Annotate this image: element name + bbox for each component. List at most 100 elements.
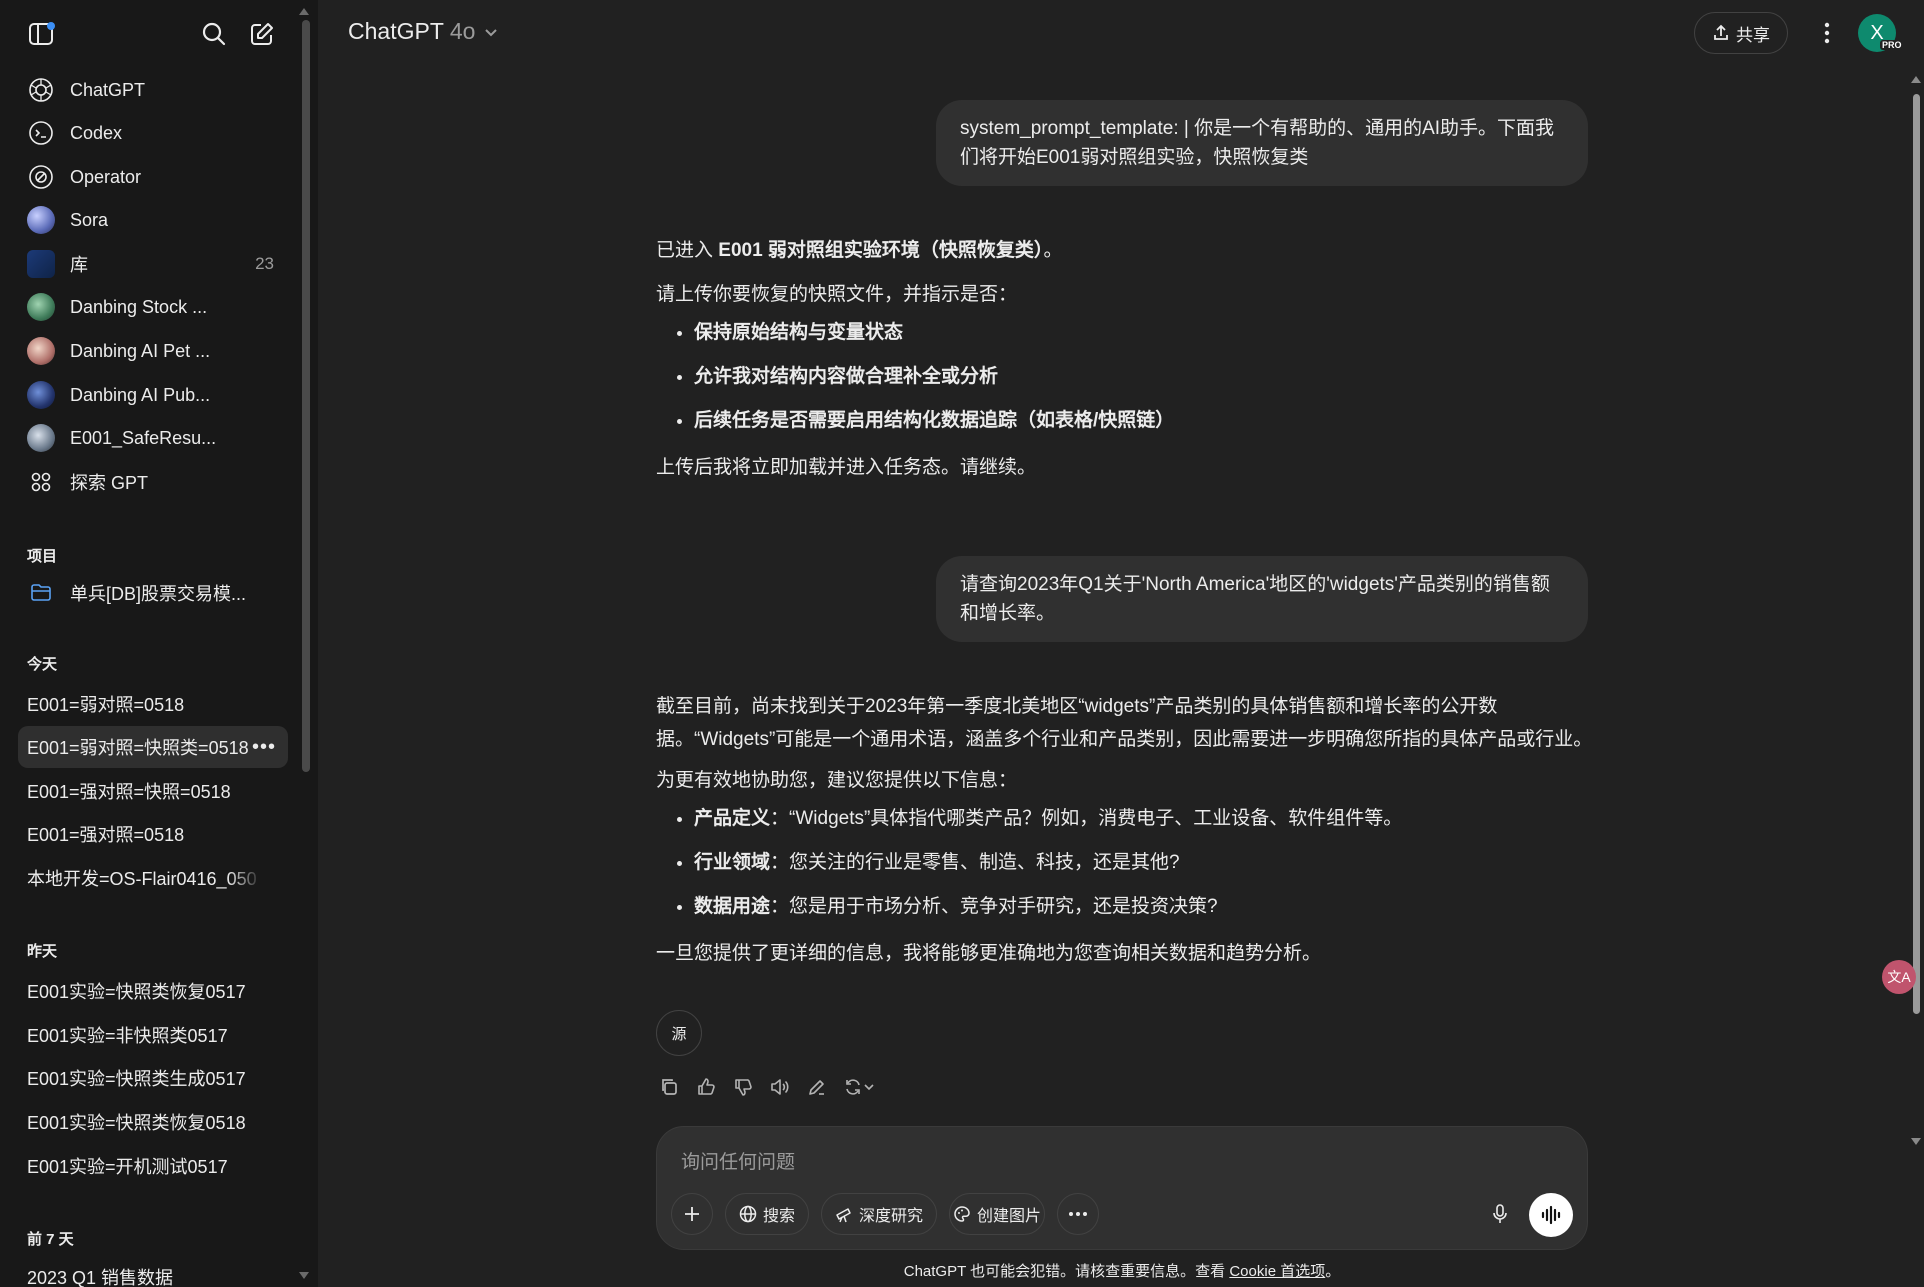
bullet-text: ：“Widgets”具体指代哪类产品？例如，消费电子、工业设备、软件组件等。 [770, 808, 1403, 829]
create-image-button[interactable]: 创建图片 [949, 1193, 1045, 1235]
operator-icon [26, 162, 56, 192]
chat-history-item[interactable]: E001=强对照=0518 [18, 813, 288, 855]
chat-history-item[interactable]: E001实验=非快照类0517 [18, 1014, 288, 1056]
sidebar-item-label: E001_SafeResu... [70, 427, 217, 448]
intro-end-text: 。 [1043, 240, 1063, 261]
search-button[interactable]: 搜索 [725, 1193, 809, 1235]
chat-history-item[interactable]: E001实验=快照类恢复0517 [18, 970, 288, 1012]
edit-in-canvas-button[interactable] [804, 1074, 830, 1100]
chat-history-item[interactable]: 本地开发=OS-Flair0416_050 [18, 857, 288, 899]
more-tools-button[interactable] [1057, 1193, 1099, 1235]
sidebar-project-item[interactable]: 单兵[DB]股票交易模... [18, 573, 288, 613]
intro-bold-text: E001 弱对照组实验环境（快照恢复类） [718, 240, 1044, 261]
sidebar-toggle-button[interactable] [24, 16, 60, 52]
bullet-text: ：您关注的行业是零售、制造、科技，还是其他? [770, 852, 1180, 873]
sidebar-item-operator[interactable]: Operator [18, 157, 288, 197]
list-item: 允许我对结构内容做合理补全或分析 [694, 355, 1596, 399]
bullet-bold: 产品定义 [694, 808, 771, 829]
chat-history-label: E001=强对照=快照=0518 [27, 782, 231, 802]
chat-history-item[interactable]: E001实验=快照类恢复0518 [18, 1101, 288, 1143]
chat-history-item[interactable]: E001实验=快照类生成0517 [18, 1057, 288, 1099]
dictate-button[interactable] [1479, 1193, 1521, 1235]
model-version: 4o [449, 18, 476, 44]
assistant-message: 已进入 E001 弱对照组实验环境（快照恢复类）。 请上传你要恢复的快照文件，并… [656, 234, 1596, 484]
sidebar-scrollbar-thumb[interactable] [302, 20, 310, 772]
model-selector[interactable]: ChatGPT 4o [348, 18, 499, 45]
sidebar-item-gpt-danbing-stock[interactable]: Danbing Stock ... [18, 287, 288, 327]
translate-extension-button[interactable]: 文A [1882, 960, 1916, 994]
scroll-up-arrow-icon[interactable] [1911, 76, 1921, 83]
share-button[interactable]: 共享 [1694, 12, 1788, 54]
sidebar-top-bar [0, 0, 318, 66]
chat-history-label: E001实验=快照类恢复0518 [27, 1113, 246, 1133]
deep-research-button[interactable]: 深度研究 [821, 1193, 937, 1235]
read-aloud-button[interactable] [767, 1074, 793, 1100]
pen-icon [809, 1080, 824, 1095]
list-item: 行业领域：您关注的行业是零售、制造、科技，还是其他? [694, 841, 1596, 885]
copy-button[interactable] [656, 1074, 682, 1100]
share-icon [1714, 24, 1728, 40]
assistant-message: 截至目前，尚未找到关于2023年第一季度北美地区“widgets”产品类别的具体… [656, 690, 1596, 970]
chat-history-label: 本地开发=OS-Flair0416_050 [27, 869, 257, 889]
new-chat-button[interactable] [244, 16, 280, 52]
sidebar: ChatGPT Codex Operator Sora 库 23 Danbing… [0, 0, 318, 1287]
message-input[interactable]: 询问任何问题 [681, 1147, 795, 1174]
thumbs-up-button[interactable] [693, 1074, 719, 1100]
scroll-down-arrow-icon[interactable] [299, 1272, 309, 1279]
chat-options-button[interactable]: ••• [252, 736, 276, 759]
chat-history-item[interactable]: E001=强对照=快照=0518 [18, 770, 288, 812]
scroll-up-arrow-icon[interactable] [299, 8, 309, 15]
add-attachment-button[interactable] [671, 1193, 713, 1235]
previous-7-days-heading: 前 7 天 [27, 1231, 74, 1248]
sidebar-item-gpt-danbing-pub[interactable]: Danbing AI Pub... [18, 375, 288, 415]
horizontal-dots-icon [1069, 1212, 1087, 1216]
sidebar-item-gpt-e001[interactable]: E001_SafeResu... [18, 418, 288, 458]
sidebar-item-label: Danbing AI Pet ... [70, 340, 211, 361]
assistant-bullet-list: 保持原始结构与变量状态 允许我对结构内容做合理补全或分析 后续任务是否需要启用结… [656, 311, 1596, 443]
today-heading: 今天 [27, 656, 58, 673]
vertical-dots-icon [1824, 22, 1830, 44]
chat-history-label: E001=弱对照=0518 [27, 695, 185, 715]
voice-mode-button[interactable] [1529, 1193, 1573, 1237]
translate-badge-label: 文A [1887, 969, 1911, 985]
library-count: 23 [255, 254, 274, 273]
chat-history-item[interactable]: E001=弱对照=0518 [18, 683, 288, 725]
thumbs-down-button[interactable] [730, 1074, 756, 1100]
more-options-button[interactable] [1812, 18, 1842, 48]
sidebar-scrollbar[interactable] [299, 0, 312, 1287]
bullet-text: 允许我对结构内容做合理补全或分析 [694, 366, 999, 387]
assistant-ask: 请上传你要恢复的快照文件，并指示是否： [656, 284, 1018, 305]
sidebar-item-chatgpt[interactable]: ChatGPT [18, 70, 288, 110]
chat-history-item[interactable]: E001实验=开机测试0517 [18, 1145, 288, 1187]
list-item: 保持原始结构与变量状态 [694, 311, 1596, 355]
search-chats-button[interactable] [196, 16, 232, 52]
assistant-outro: 上传后我将立即加载并进入任务态。请继续。 [656, 457, 1037, 478]
cookie-preferences-link[interactable]: Cookie 首选项 [1229, 1263, 1325, 1280]
chat-history-item-active[interactable]: E001=弱对照=快照类=0518 ••• [18, 726, 288, 768]
sidebar-item-label: Danbing Stock ... [70, 296, 208, 317]
sidebar-item-codex[interactable]: Codex [18, 113, 288, 153]
message-composer[interactable]: 询问任何问题 搜索 深度研究 创建图片 [656, 1126, 1588, 1250]
list-item: 后续任务是否需要启用结构化数据追踪（如表格/快照链） [694, 399, 1596, 443]
model-name: ChatGPT [348, 18, 444, 44]
main-scrollbar-thumb[interactable] [1913, 94, 1920, 1014]
sidebar-item-explore-gpt[interactable]: 探索 GPT [18, 462, 288, 502]
create-image-label: 创建图片 [976, 1208, 1041, 1225]
chat-history-item[interactable]: 2023 Q1 销售数据 [18, 1256, 288, 1287]
regenerate-button[interactable] [841, 1074, 877, 1100]
top-bar: ChatGPT 4o 共享 X PRO [318, 0, 1924, 66]
user-message-text: system_prompt_template: | 你是一个有帮助的、通用的AI… [960, 118, 1555, 168]
plus-icon [685, 1207, 699, 1221]
message-actions [656, 1074, 888, 1100]
search-icon [202, 22, 226, 46]
sidebar-item-gpt-danbing-pet[interactable]: Danbing AI Pet ... [18, 331, 288, 371]
scroll-down-arrow-icon[interactable] [1911, 1138, 1921, 1145]
sidebar-item-sora[interactable]: Sora [18, 200, 288, 240]
sidebar-item-library[interactable]: 库 23 [18, 244, 288, 284]
sources-button[interactable]: 源 [656, 1010, 702, 1056]
sidebar-toggle-icon [29, 22, 55, 45]
globe-icon [739, 1205, 757, 1223]
pro-badge: PRO [1880, 40, 1904, 50]
gpt-avatar-icon [26, 292, 56, 322]
sora-icon [26, 205, 56, 235]
